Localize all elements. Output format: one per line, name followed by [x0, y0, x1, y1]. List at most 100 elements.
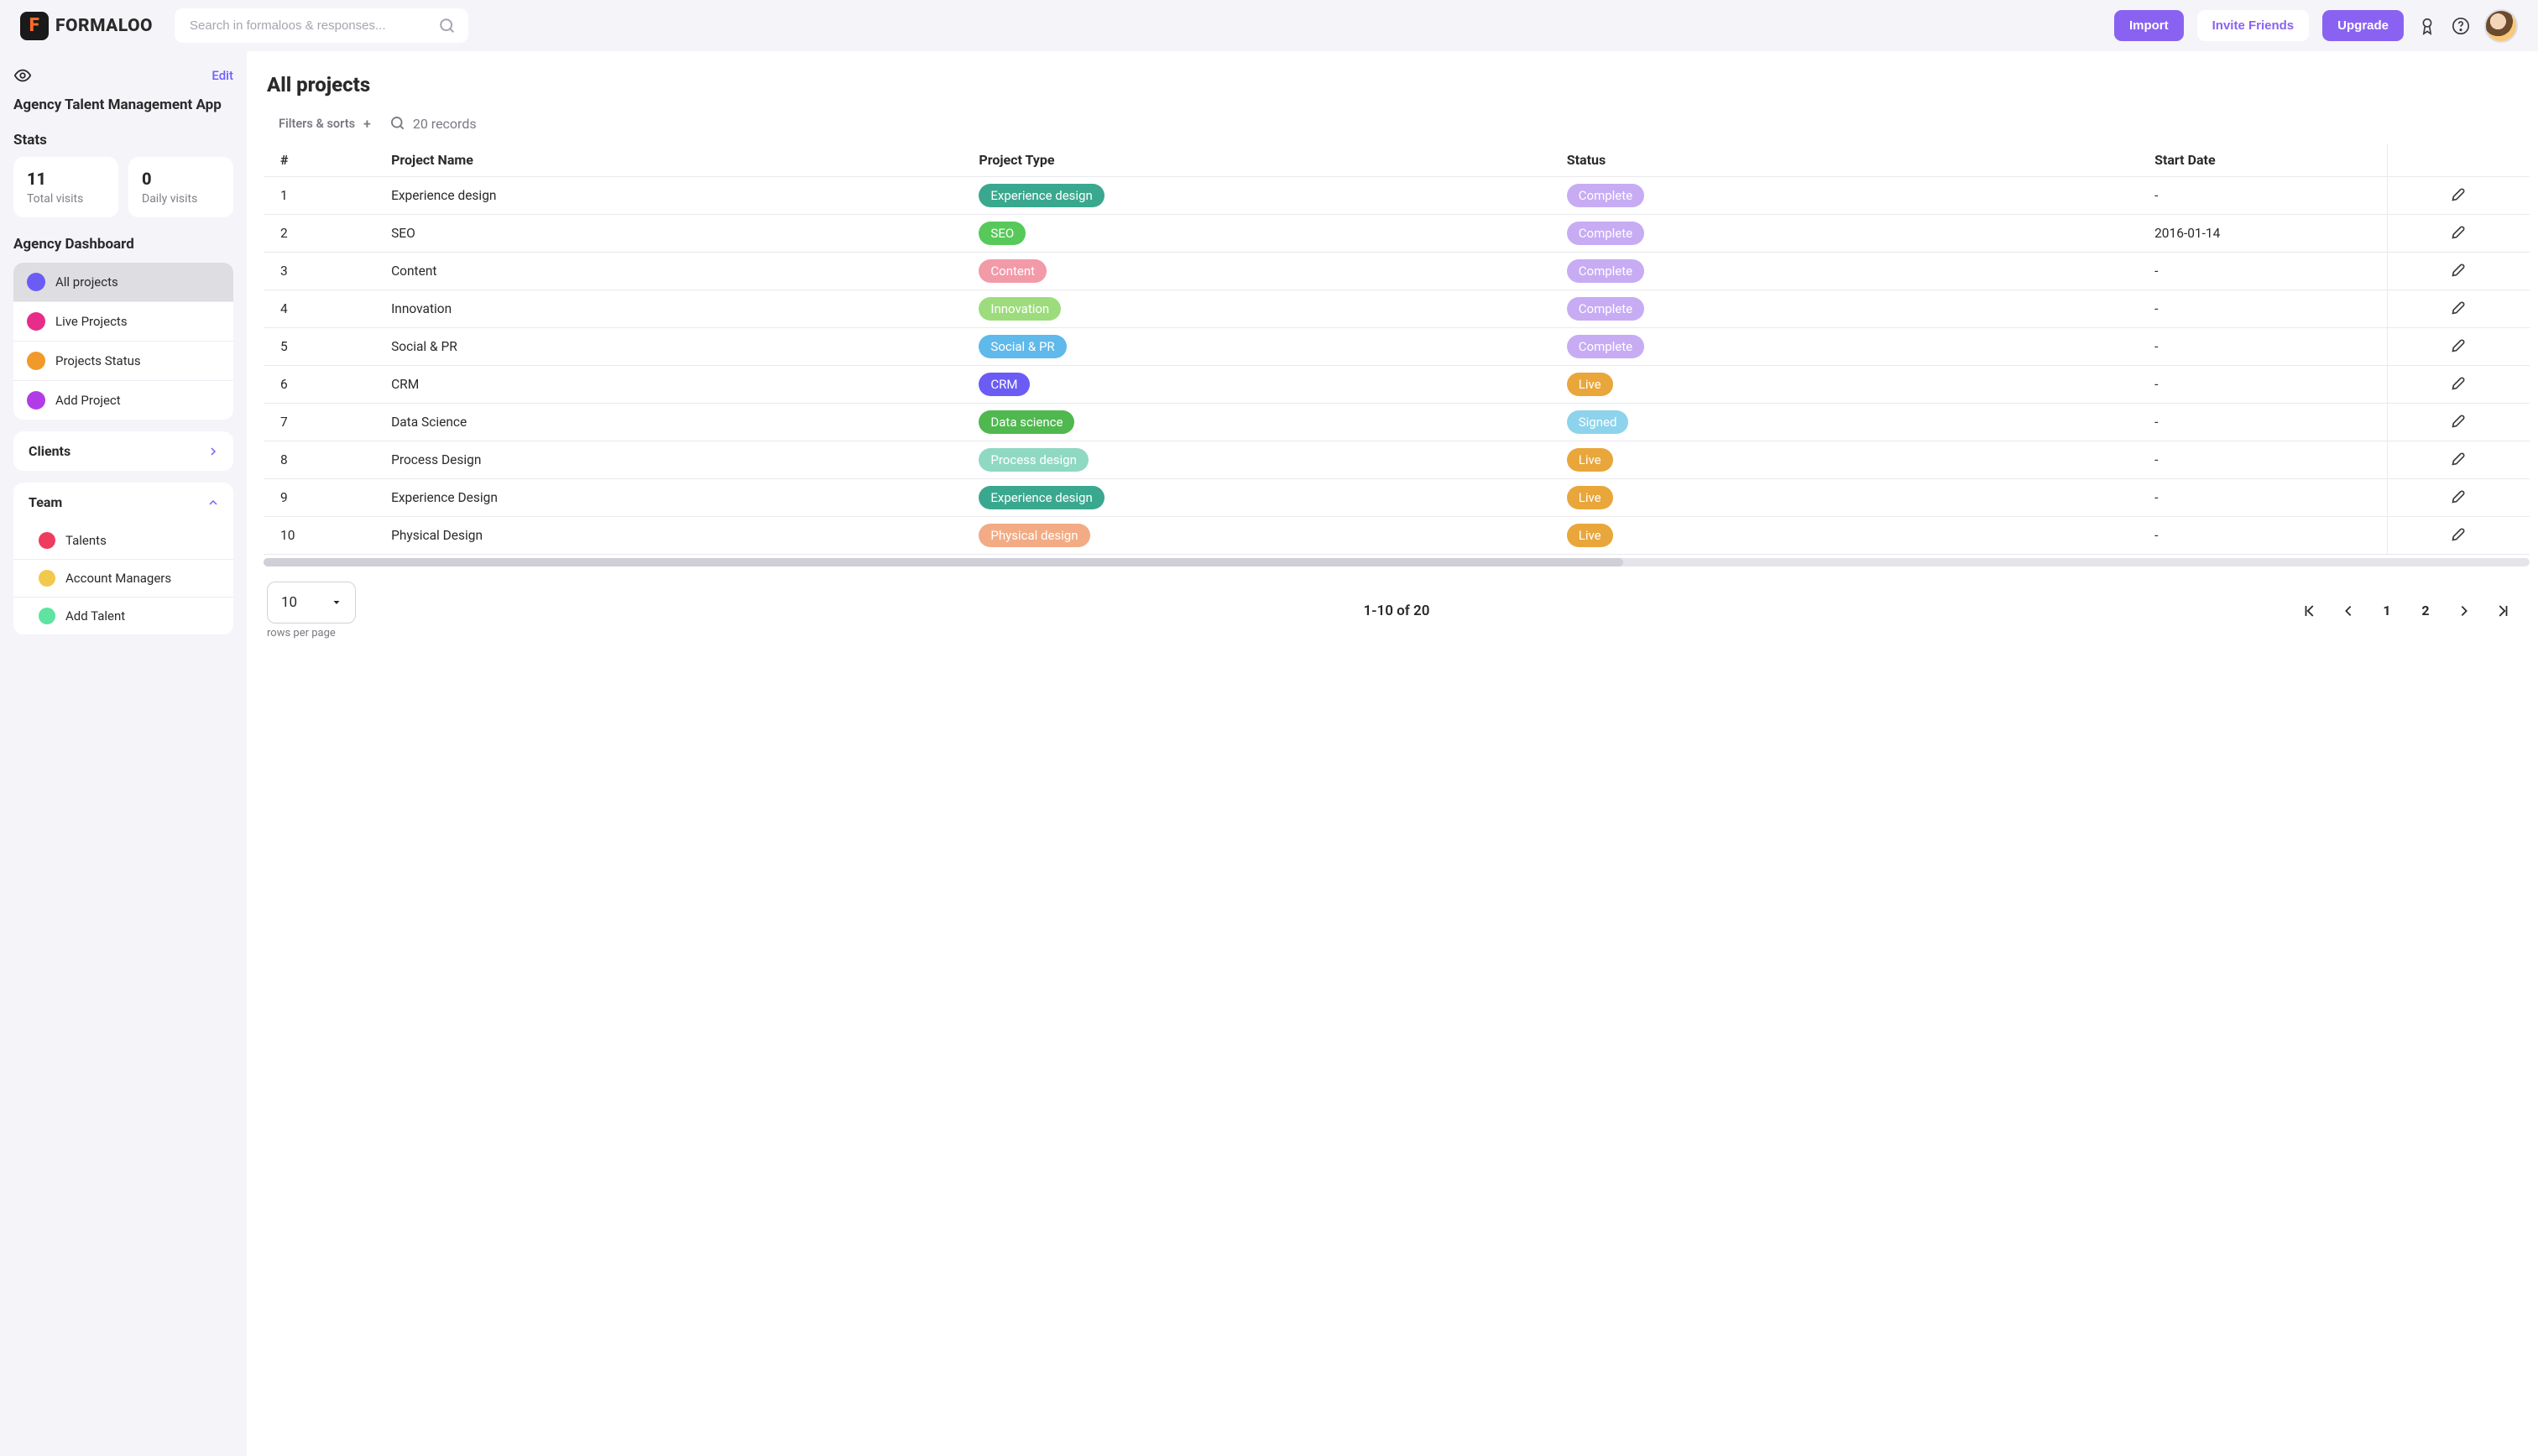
table-row[interactable]: 6CRMCRMLive- — [264, 366, 2530, 404]
visibility-icon[interactable] — [13, 66, 32, 85]
help-icon[interactable] — [2451, 16, 2471, 36]
sidebar-item-label: Live Projects — [55, 314, 128, 329]
type-pill: SEO — [979, 222, 1026, 245]
table-row[interactable]: 8Process DesignProcess designLive- — [264, 441, 2530, 479]
edit-row-icon[interactable] — [2451, 488, 2468, 504]
next-page-button[interactable] — [2449, 596, 2479, 626]
status-pill: Complete — [1567, 335, 1644, 358]
sidebar-item-add-talent[interactable]: Add Talent — [13, 598, 233, 634]
edit-row-icon[interactable] — [2451, 450, 2468, 467]
filters-sorts-button[interactable]: Filters & sorts + — [279, 116, 371, 132]
page-2-button[interactable]: 2 — [2410, 596, 2441, 626]
cell-project-name: Physical Design — [381, 517, 969, 555]
rows-per-page-select[interactable]: 10 — [267, 582, 356, 624]
cell-status: Complete — [1557, 215, 2144, 253]
edit-row-icon[interactable] — [2451, 412, 2468, 429]
projects-table: # Project Name Project Type Status Start… — [264, 144, 2530, 555]
logo[interactable]: F FORMALOO — [20, 12, 153, 40]
import-button[interactable]: Import — [2114, 10, 2184, 41]
group-team[interactable]: Team — [13, 483, 233, 522]
status-pill: Signed — [1567, 410, 1629, 434]
group-label: Clients — [29, 443, 70, 459]
edit-row-icon[interactable] — [2451, 337, 2468, 353]
cell-edit — [2388, 366, 2530, 404]
table-row[interactable]: 7Data ScienceData scienceSigned- — [264, 404, 2530, 441]
type-pill: Content — [979, 259, 1047, 283]
table-row[interactable]: 4InnovationInnovationComplete- — [264, 290, 2530, 328]
records-label: 20 records — [413, 116, 477, 132]
page-range-label: 1-10 of 20 — [1364, 603, 1430, 619]
edit-row-icon[interactable] — [2451, 261, 2468, 278]
search-input[interactable] — [175, 8, 468, 43]
cell-edit — [2388, 328, 2530, 366]
edit-row-icon[interactable] — [2451, 223, 2468, 240]
table-row[interactable]: 5Social & PRSocial & PRComplete- — [264, 328, 2530, 366]
cell-project-type: Data science — [969, 404, 1556, 441]
col-project-type[interactable]: Project Type — [969, 144, 1556, 177]
status-pill: Complete — [1567, 259, 1644, 283]
cell-status: Live — [1557, 517, 2144, 555]
upgrade-button[interactable]: Upgrade — [2322, 10, 2404, 41]
edit-row-icon[interactable] — [2451, 374, 2468, 391]
cell-start-date: - — [2144, 328, 2388, 366]
cell-project-name: Experience Design — [381, 479, 969, 517]
type-pill: Social & PR — [979, 335, 1066, 358]
table-row[interactable]: 10Physical DesignPhysical designLive- — [264, 517, 2530, 555]
invite-friends-button[interactable]: Invite Friends — [2197, 10, 2310, 41]
sidebar-item-label: Projects Status — [55, 353, 141, 368]
cell-edit — [2388, 404, 2530, 441]
edit-row-icon[interactable] — [2451, 185, 2468, 202]
sidebar-item-label: Add Talent — [65, 608, 125, 624]
search-icon[interactable] — [438, 17, 457, 35]
sidebar-item-account-managers[interactable]: Account Managers — [13, 560, 233, 598]
col-start-date[interactable]: Start Date — [2144, 144, 2388, 177]
table-row[interactable]: 9Experience DesignExperience designLive- — [264, 479, 2530, 517]
edit-row-icon[interactable] — [2451, 525, 2468, 542]
status-pill: Live — [1567, 448, 1613, 472]
table-row[interactable]: 1Experience designExperience designCompl… — [264, 177, 2530, 215]
table-row[interactable]: 3ContentContentComplete- — [264, 253, 2530, 290]
edit-row-icon[interactable] — [2451, 299, 2468, 316]
toolbar: Filters & sorts + 20 records — [264, 115, 2530, 132]
cell-project-type: Social & PR — [969, 328, 1556, 366]
sidebar-item-talents[interactable]: Talents — [13, 522, 233, 560]
cell-index: 7 — [264, 404, 381, 441]
cell-project-name: Content — [381, 253, 969, 290]
horizontal-scrollbar[interactable] — [264, 558, 2530, 566]
type-pill: Data science — [979, 410, 1074, 434]
records-count: 20 records — [389, 115, 477, 132]
cell-status: Live — [1557, 366, 2144, 404]
scrollbar-thumb[interactable] — [264, 558, 1623, 566]
sidebar-item-all-projects[interactable]: All projects — [13, 263, 233, 302]
status-pill: Live — [1567, 486, 1613, 509]
cell-start-date: - — [2144, 479, 2388, 517]
sidebar-item-live-projects[interactable]: Live Projects — [13, 302, 233, 342]
first-page-button[interactable] — [2295, 596, 2325, 626]
sidebar-item-projects-status[interactable]: Projects Status — [13, 342, 233, 381]
award-icon[interactable] — [2417, 16, 2437, 36]
edit-link[interactable]: Edit — [212, 68, 233, 83]
col-index[interactable]: # — [264, 144, 381, 177]
cell-status: Complete — [1557, 177, 2144, 215]
prev-page-button[interactable] — [2333, 596, 2363, 626]
cell-index: 2 — [264, 215, 381, 253]
status-pill: Complete — [1567, 297, 1644, 321]
cell-start-date: - — [2144, 366, 2388, 404]
group-clients[interactable]: Clients — [13, 431, 233, 471]
stat-label: Daily visits — [142, 192, 220, 206]
cell-edit — [2388, 177, 2530, 215]
sidebar: Edit Agency Talent Management App Stats … — [0, 51, 247, 1456]
last-page-button[interactable] — [2488, 596, 2518, 626]
dot-icon — [39, 608, 55, 624]
col-actions — [2388, 144, 2530, 177]
avatar[interactable] — [2484, 9, 2518, 43]
chevron-up-icon — [208, 498, 218, 508]
cell-status: Complete — [1557, 253, 2144, 290]
page-1-button[interactable]: 1 — [2372, 596, 2402, 626]
sidebar-item-label: Add Project — [55, 393, 121, 408]
col-project-name[interactable]: Project Name — [381, 144, 969, 177]
sidebar-item-add-project[interactable]: Add Project — [13, 381, 233, 420]
table-row[interactable]: 2SEOSEOComplete2016-01-14 — [264, 215, 2530, 253]
col-status[interactable]: Status — [1557, 144, 2144, 177]
filters-label: Filters & sorts — [279, 117, 355, 131]
